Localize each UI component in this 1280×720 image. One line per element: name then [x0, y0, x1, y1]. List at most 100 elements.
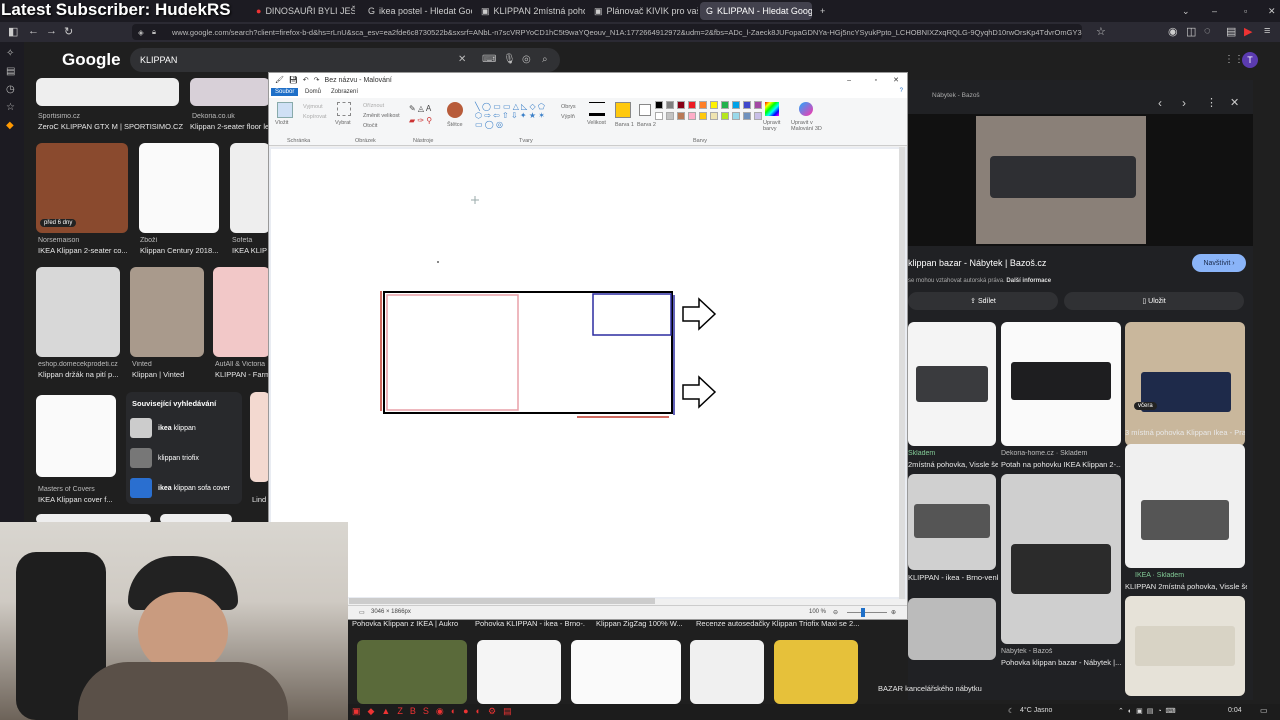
result-title[interactable]: KLIPPAN 2místná pohovka, Vissle šedá ...	[1125, 582, 1247, 591]
tab-list-icon[interactable]: ⌄	[1176, 2, 1190, 20]
color-swatch[interactable]	[677, 112, 685, 120]
result-image[interactable]	[477, 640, 561, 704]
result-title[interactable]: Pohovka klippan bazar - Nábytek |...	[1001, 658, 1121, 667]
taskbar-app-icons[interactable]: ▣◆▲ZBS◉◐●◐⚙▤	[352, 706, 519, 717]
related-item[interactable]: ikea klippan	[158, 425, 196, 432]
color-swatch[interactable]	[710, 112, 718, 120]
more-info-link[interactable]: Další informace	[1006, 278, 1051, 284]
reload-icon[interactable]: ↻	[64, 25, 73, 38]
color-swatch[interactable]	[699, 112, 707, 120]
forward-icon[interactable]: →	[46, 25, 57, 37]
cut-button[interactable]: Vyjmout	[303, 104, 323, 110]
tabs-icon[interactable]: ▤	[6, 66, 15, 77]
result-image[interactable]	[571, 640, 681, 704]
result-title[interactable]: 3 místná pohovka Klippan Ikea - Praha ..…	[1125, 428, 1245, 437]
maximize-icon[interactable]: ▫	[875, 77, 877, 84]
youtube-extension-icon[interactable]: ▶	[1244, 25, 1252, 38]
share-button[interactable]: ⇪ Sdílet	[908, 292, 1058, 310]
extensions-icon[interactable]: ◉	[1168, 25, 1178, 38]
edit-colors-button[interactable]: Upravit barvy	[763, 120, 787, 132]
tab-file[interactable]: Soubor	[271, 88, 299, 96]
result-image[interactable]	[36, 267, 120, 357]
color-swatch[interactable]	[655, 112, 663, 120]
redo-icon[interactable]: ↷	[314, 76, 320, 84]
sidebar-toggle-icon[interactable]: ◧	[8, 25, 18, 38]
brushes-icon[interactable]	[447, 102, 463, 118]
fill-dropdown[interactable]: Výplň	[561, 114, 575, 120]
preview-title[interactable]: klippan bazar - Nábytek | Bazoš.cz	[908, 258, 1046, 268]
result-title[interactable]: Klippan Century 2018...	[140, 246, 220, 255]
ai-chat-icon[interactable]: ✧	[6, 48, 14, 59]
undo-icon[interactable]: ↶	[303, 76, 309, 84]
result-title[interactable]: KLIPPAN - ikea - Brno-venkov ...	[908, 573, 998, 582]
avatar[interactable]: T	[1242, 52, 1258, 68]
paste-button[interactable]: Vložit	[275, 120, 288, 126]
prev-icon[interactable]: ‹	[1158, 96, 1162, 110]
paint3d-icon[interactable]	[799, 102, 813, 116]
size-icon[interactable]	[589, 102, 605, 116]
microphone-icon[interactable]: 🎙︎	[503, 54, 516, 65]
rotate-button[interactable]: Otočit	[363, 123, 377, 129]
close-icon[interactable]: ✕	[893, 76, 899, 84]
result-title[interactable]: ZeroC KLIPPAN GTX M | SPORTISIMO.CZ	[38, 122, 183, 131]
keyboard-icon[interactable]: ⌨	[482, 54, 496, 65]
history-icon[interactable]: ◷	[6, 84, 15, 95]
color-swatch[interactable]	[666, 112, 674, 120]
bookmark-star-icon[interactable]: ☆	[1096, 25, 1106, 38]
result-image[interactable]	[36, 395, 116, 477]
google-logo[interactable]: Google	[62, 50, 121, 70]
crop-button[interactable]: Oříznout	[363, 103, 384, 109]
related-image[interactable]	[1125, 444, 1245, 568]
related-image[interactable]	[1125, 596, 1245, 696]
result-image[interactable]	[690, 640, 764, 704]
color-swatch[interactable]	[710, 101, 718, 109]
tab-view[interactable]: Zobrazení	[327, 88, 362, 96]
tab-dinosauri[interactable]: ●DINOSAUŘI BYLI JEŠTĚ HORŠÍ✕	[250, 2, 355, 20]
related-item[interactable]: klippan triofix	[158, 455, 199, 462]
url-bar[interactable]: ◈ 🔒︎ www.google.com/search?client=firefo…	[132, 24, 1082, 40]
related-item[interactable]: ikea klippan sofa cover	[158, 485, 230, 492]
color-swatch[interactable]	[699, 101, 707, 109]
maximize-icon[interactable]: ▫	[1238, 2, 1252, 20]
result-image[interactable]	[130, 267, 204, 357]
paint3d-button[interactable]: Upravit v Malování 3D	[791, 120, 825, 132]
color1-swatch[interactable]	[615, 102, 631, 118]
extension-icon[interactable]: ◫	[1186, 25, 1196, 38]
result-title[interactable]: IKEA Klippan 2-seater co...	[38, 246, 130, 255]
brushes-button[interactable]: Štětce	[447, 122, 463, 128]
related-image[interactable]	[908, 598, 996, 660]
clock[interactable]: 0:04	[1228, 707, 1242, 714]
result-title[interactable]: KLIPPAN - Farm	[215, 370, 270, 379]
menu-icon[interactable]: ≡	[1264, 25, 1270, 37]
result-title[interactable]: IKEA KLIP	[232, 246, 268, 255]
notifications-icon[interactable]: ▭	[1260, 706, 1268, 715]
result-title[interactable]: Klippan 2-seater floor le	[190, 122, 268, 131]
save-button[interactable]: ▯ Uložit	[1064, 292, 1244, 310]
pencil-icon[interactable]: ✎ ◬ A	[409, 104, 431, 113]
color-swatch[interactable]	[743, 101, 751, 109]
color-swatch[interactable]	[732, 101, 740, 109]
zoom-out-icon[interactable]: ⊖	[833, 609, 838, 616]
bookmarks-icon[interactable]: ☆	[6, 102, 15, 113]
result-title[interactable]: Klippan ZigZag 100% W...	[596, 619, 682, 628]
eraser-icon[interactable]: ▰ ✑ ⚲	[409, 116, 432, 125]
outline-dropdown[interactable]: Obrys	[561, 104, 576, 110]
weather-text[interactable]: 4°C Jasno	[1020, 707, 1052, 714]
size-button[interactable]: Velikost	[587, 120, 606, 126]
new-tab-button[interactable]: +	[814, 2, 828, 20]
result-image[interactable]	[36, 78, 179, 106]
result-image[interactable]	[774, 640, 858, 704]
related-image[interactable]	[908, 474, 996, 570]
extension-icon[interactable]: ◆	[6, 120, 14, 131]
back-icon[interactable]: ←	[28, 25, 39, 37]
zoom-slider[interactable]	[847, 612, 887, 613]
save-icon[interactable]: 💾︎	[289, 76, 298, 84]
next-icon[interactable]: ›	[1182, 96, 1186, 110]
color-swatch[interactable]	[721, 112, 729, 120]
drawing-canvas[interactable]	[271, 149, 901, 597]
tab-home[interactable]: Domů	[301, 88, 325, 96]
help-icon[interactable]: ?	[900, 88, 903, 94]
resize-button[interactable]: Změnit velikost	[363, 113, 400, 119]
related-image[interactable]	[1001, 322, 1121, 446]
shapes-gallery[interactable]: ╲ ◯ ▭ ▭ △ ◺ ◇ ⬠ ⬡ ⇨ ⇦ ⇧ ⇩ ✦ ★ ✶ ▭ ◯ ◎	[475, 102, 547, 129]
